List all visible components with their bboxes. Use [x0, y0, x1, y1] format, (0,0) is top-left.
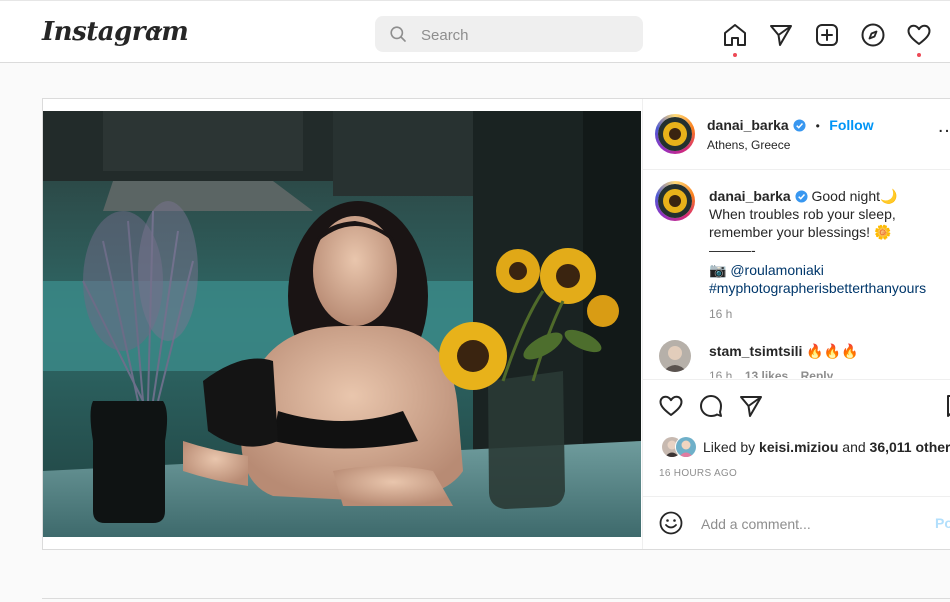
post-caption: danai_barka Good night🌙 When troubles ro… [709, 187, 950, 323]
search-icon [390, 26, 406, 42]
avatar-icon [676, 437, 696, 457]
comment-likes[interactable]: 13 likes [745, 369, 788, 378]
actions-divider [643, 379, 950, 380]
chevron-down-icon[interactable] [151, 27, 163, 35]
author-avatar[interactable] [655, 114, 695, 154]
follow-button[interactable]: Follow [829, 117, 873, 133]
caption-line-1: Good night🌙 [811, 188, 898, 204]
liker-username[interactable]: keisi.miziou [759, 439, 838, 455]
save-bookmark-icon[interactable] [943, 393, 950, 419]
caption-avatar[interactable] [655, 181, 695, 221]
comment-meta: 16 h 13 likes Reply [709, 367, 833, 378]
caption-line-2: When troubles rob your sleep, [709, 206, 896, 222]
explore-compass-icon[interactable] [860, 22, 886, 48]
photographer-mention-link[interactable]: @roulamoniaki [730, 262, 824, 278]
emoji-smiley-icon[interactable] [659, 511, 683, 535]
verified-badge-icon [795, 190, 808, 203]
sunflower-avatar-icon [658, 184, 692, 218]
post-photo[interactable] [43, 111, 641, 537]
post-time-ago[interactable]: 16 HOURS AGO [659, 468, 737, 479]
comment-reply-button[interactable]: Reply [801, 369, 834, 378]
like-heart-icon[interactable] [658, 393, 684, 419]
camera-icon: 📷 [709, 262, 727, 278]
comment-input-divider [643, 496, 950, 497]
post-card: danai_barka • Follow Athens, Greece … [42, 98, 950, 550]
top-navigation-bar: Instagram [0, 0, 950, 63]
add-comment-input[interactable] [699, 513, 923, 535]
home-icon[interactable] [722, 22, 748, 48]
liked-by-prefix: Liked by [703, 439, 756, 455]
new-post-icon[interactable] [814, 22, 840, 48]
activity-notification-dot [917, 53, 921, 57]
likes-count[interactable]: 36,011 others [870, 439, 950, 455]
author-username[interactable]: danai_barka [707, 117, 789, 133]
next-post-divider [42, 598, 950, 599]
verified-badge-icon [793, 119, 806, 132]
comment-timestamp[interactable]: 16 h [709, 369, 732, 378]
comment-bubble-icon[interactable] [698, 393, 724, 419]
caption-line-3: remember your blessings! 🌼 [709, 224, 892, 240]
post-location[interactable]: Athens, Greece [707, 138, 790, 152]
post-header: danai_barka • Follow [707, 117, 874, 135]
sunflower-avatar-icon [658, 117, 692, 151]
search-input[interactable] [419, 24, 623, 46]
hashtag-link[interactable]: #myphotographerisbetterthanyours [709, 279, 950, 297]
photo-illustration [43, 111, 641, 537]
header-divider [643, 169, 950, 170]
caption-line-4: ———- [709, 242, 756, 258]
share-icon[interactable] [738, 393, 764, 419]
post-comment-button[interactable]: Po [935, 515, 950, 531]
more-options-icon[interactable]: … [937, 116, 950, 136]
liker-avatar[interactable] [675, 436, 697, 458]
direct-message-icon[interactable] [768, 22, 794, 48]
avatar-icon [659, 340, 691, 372]
header-separator: • [815, 119, 820, 133]
comment-item: stam_tsimtsili 🔥🔥🔥 [709, 342, 859, 360]
comment-text: 🔥🔥🔥 [806, 343, 859, 359]
caption-username[interactable]: danai_barka [709, 188, 791, 204]
instagram-logo[interactable]: Instagram [42, 17, 189, 47]
liked-by-avatars [661, 436, 697, 458]
heart-activity-icon[interactable] [906, 22, 932, 48]
caption-timestamp[interactable]: 16 h [709, 305, 950, 323]
commenter-username[interactable]: stam_tsimtsili [709, 343, 802, 359]
liked-by-and: and [842, 439, 866, 455]
liked-by-text: Liked by keisi.miziou and 36,011 others [703, 439, 950, 455]
post-side-panel: danai_barka • Follow Athens, Greece … [642, 99, 950, 549]
search-box[interactable] [375, 16, 643, 52]
home-notification-dot [733, 53, 737, 57]
commenter-avatar[interactable] [659, 340, 691, 372]
